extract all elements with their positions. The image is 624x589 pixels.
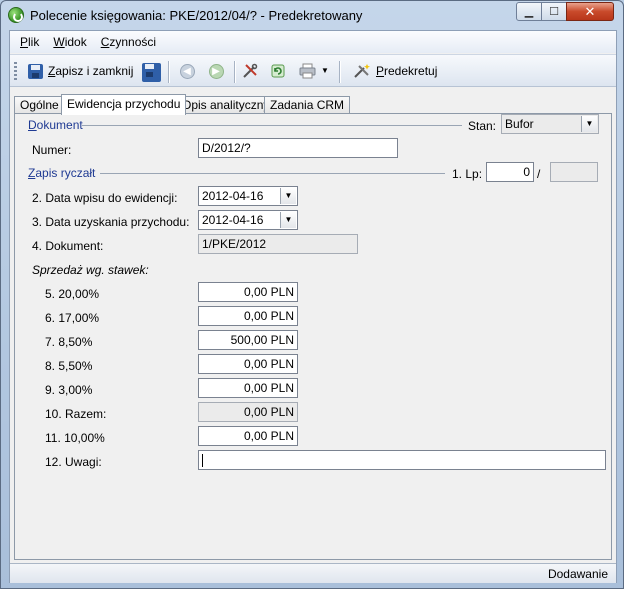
lp-separator: / xyxy=(537,167,541,181)
save-icon[interactable] xyxy=(140,61,162,83)
predekretuj-icon[interactable] xyxy=(353,62,371,80)
rate-label-8-5: 7. 8,50% xyxy=(45,335,93,349)
lp-label: 1. Lp: xyxy=(452,167,483,181)
numer-input[interactable]: D/2012/? xyxy=(198,138,398,158)
toolbar-separator xyxy=(234,61,235,83)
dokument-ref-label: 4. Dokument: xyxy=(32,239,104,253)
tab-ewidencja-przychodu[interactable]: Ewidencja przychodu xyxy=(61,94,187,115)
rate-input-10[interactable]: 0,00 PLN xyxy=(198,426,298,446)
rate-label-17: 6. 17,00% xyxy=(45,311,100,325)
tab-zadania-crm[interactable]: Zadania CRM xyxy=(264,96,351,114)
save-close-button[interactable]: Zapisz i zamknij xyxy=(48,64,133,78)
save-close-icon[interactable] xyxy=(26,62,44,80)
data-uzyskania-label: 3. Data uzyskania przychodu: xyxy=(32,215,190,229)
rate-input-8-5[interactable]: 500,00 PLN xyxy=(198,330,298,350)
chevron-down-icon[interactable]: ▼ xyxy=(280,212,296,228)
text-caret xyxy=(202,454,203,467)
toolbar: Zapisz i zamknij ◀ ▶ ▼ Predekretuj xyxy=(10,54,616,87)
razem-field: 0,00 PLN xyxy=(198,402,298,422)
rate-label-20: 5. 20,00% xyxy=(45,287,100,301)
data-uzyskania-date-picker[interactable]: 2012-04-16 ▼ xyxy=(198,210,298,230)
rate-label-5-5: 8. 5,50% xyxy=(45,359,93,373)
forward-icon[interactable]: ▶ xyxy=(207,62,225,80)
numer-label: Numer: xyxy=(32,143,72,157)
print-icon[interactable] xyxy=(298,62,316,80)
menu-bar: Plik Widok Czynności xyxy=(10,31,616,53)
refresh-icon[interactable] xyxy=(269,62,287,80)
stan-select[interactable]: Bufor ▼ xyxy=(501,114,599,134)
chevron-down-icon[interactable]: ▼ xyxy=(581,116,597,132)
minimize-button[interactable]: ▁ xyxy=(516,2,542,21)
zapis-section-label: Zapis ryczałt xyxy=(28,166,96,180)
maximize-button[interactable]: ☐ xyxy=(541,2,567,21)
rate-input-3[interactable]: 0,00 PLN xyxy=(198,378,298,398)
predekretuj-button[interactable]: Predekretuj xyxy=(376,64,437,78)
lp-input[interactable]: 0 xyxy=(486,162,534,182)
tab-opis-analityczny[interactable]: Opis analityczny xyxy=(176,96,276,114)
lp-total-field xyxy=(550,162,598,182)
tools-icon[interactable] xyxy=(241,62,259,80)
toolbar-grip[interactable] xyxy=(14,62,17,80)
sprzedaz-heading: Sprzedaż wg. stawek: xyxy=(32,263,149,277)
data-wpisu-date-picker[interactable]: 2012-04-16 ▼ xyxy=(198,186,298,206)
tab-panel-ewidencja: Dokument Stan: Bufor ▼ Numer: D/2012/? Z… xyxy=(14,113,612,560)
dokument-section-label: Dokument xyxy=(28,118,83,132)
toolbar-separator xyxy=(168,61,169,83)
back-icon[interactable]: ◀ xyxy=(178,62,196,80)
section-divider xyxy=(100,173,445,174)
print-dropdown-icon[interactable]: ▼ xyxy=(321,66,329,75)
uwagi-input[interactable] xyxy=(198,450,606,470)
menu-czynnosci[interactable]: Czynności xyxy=(101,35,156,49)
window-title: Polecenie księgowania: PKE/2012/04/? - P… xyxy=(30,8,363,23)
client-area: Plik Widok Czynności Zapisz i zamknij ◀ … xyxy=(9,30,617,583)
rate-label-3: 9. 3,00% xyxy=(45,383,93,397)
status-bar: Dodawanie xyxy=(10,563,616,583)
app-window: Polecenie księgowania: PKE/2012/04/? - P… xyxy=(0,0,624,589)
status-text: Dodawanie xyxy=(547,567,608,581)
menu-plik[interactable]: Plik xyxy=(20,35,39,49)
rate-input-20[interactable]: 0,00 PLN xyxy=(198,282,298,302)
tab-ogolne[interactable]: Ogólne xyxy=(14,96,65,114)
data-wpisu-label: 2. Data wpisu do ewidencji: xyxy=(32,191,178,205)
app-icon xyxy=(8,7,24,23)
uwagi-label: 12. Uwagi: xyxy=(45,455,102,469)
dokument-ref-field: 1/PKE/2012 xyxy=(198,234,358,254)
section-divider xyxy=(82,125,462,126)
chevron-down-icon[interactable]: ▼ xyxy=(280,188,296,204)
toolbar-separator xyxy=(339,61,340,83)
stan-label: Stan: xyxy=(468,119,497,133)
razem-label: 10. Razem: xyxy=(45,407,107,421)
title-bar[interactable]: Polecenie księgowania: PKE/2012/04/? - P… xyxy=(1,1,623,29)
rate-input-5-5[interactable]: 0,00 PLN xyxy=(198,354,298,374)
rate-input-17[interactable]: 0,00 PLN xyxy=(198,306,298,326)
close-button[interactable]: ✕ xyxy=(566,2,614,21)
rate-label-10: 11. 10,00% xyxy=(45,431,105,445)
menu-widok[interactable]: Widok xyxy=(53,35,86,49)
